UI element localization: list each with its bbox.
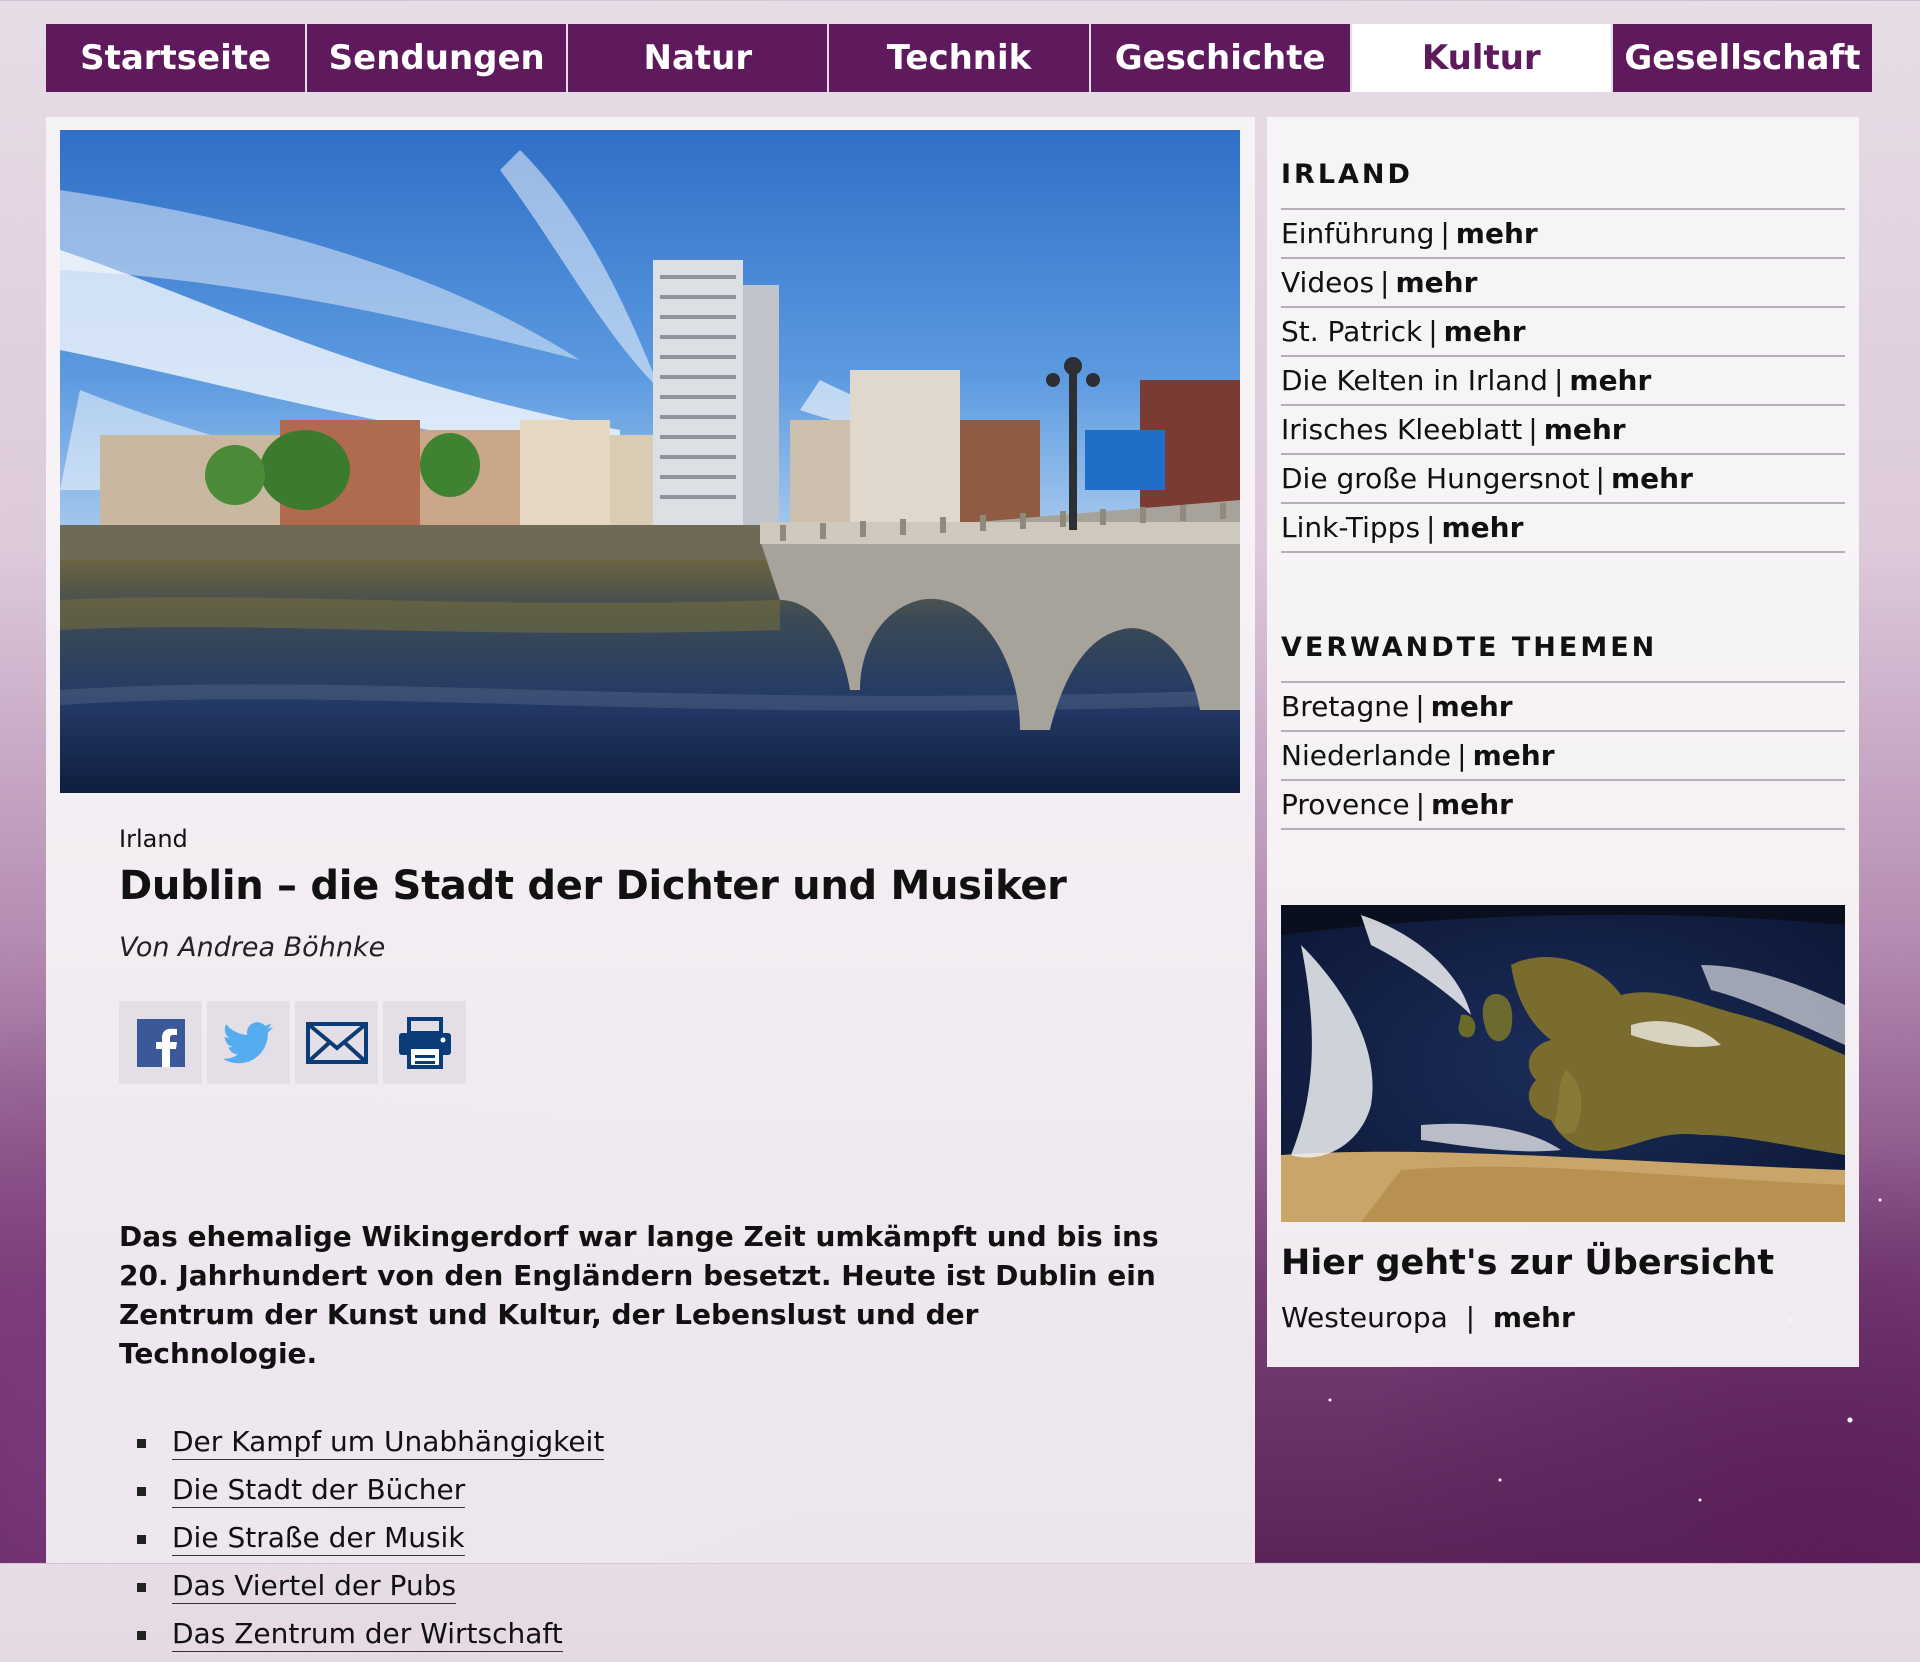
sidebar-item-provence[interactable]: Provence | mehr — [1281, 781, 1845, 830]
europe-satellite-illustration — [1281, 905, 1845, 1222]
article-teaser: Das ehemalige Wikingerdorf war lange Zei… — [119, 1220, 1159, 1370]
europe-satellite-image[interactable] — [1281, 905, 1845, 1222]
nav-tab-startseite[interactable]: Startseite — [46, 24, 306, 92]
sidebar-item-label: Provence — [1281, 788, 1410, 821]
sidebar-heading-related: VERWANDTE THEMEN — [1281, 632, 1658, 663]
sidebar-item-label: Bretagne — [1281, 690, 1410, 723]
sidebar-item-label: Irisches Kleeblatt — [1281, 413, 1523, 446]
chapter-link[interactable]: Das Zentrum der Wirtschaft — [172, 1617, 563, 1652]
chapter-link[interactable]: Das Viertel der Pubs — [172, 1569, 457, 1604]
chapter-link[interactable]: Der Kampf um Unabhängigkeit — [172, 1425, 605, 1460]
overview-westeuropa[interactable]: Westeuropa | mehr — [1281, 1301, 1575, 1334]
sidebar-item-st-patrick[interactable]: St. Patrick | mehr — [1281, 308, 1845, 357]
overview-label: Westeuropa — [1281, 1301, 1448, 1334]
overview-separator: | — [1465, 1301, 1476, 1334]
sidebar-item-label: Link-Tipps — [1281, 511, 1421, 544]
list-item: Das Viertel der Pubs — [119, 1566, 604, 1614]
more-link[interactable]: mehr — [1544, 413, 1626, 446]
sidebar-list-related: Bretagne | mehr Niederlande | mehr Provence |… — [1281, 681, 1845, 830]
article-kicker: Irland — [119, 825, 188, 853]
print-button[interactable] — [383, 1001, 466, 1084]
more-link[interactable]: mehr — [1444, 315, 1526, 348]
sidebar-heading-irland: IRLAND — [1281, 159, 1413, 190]
more-link[interactable]: mehr — [1431, 788, 1513, 821]
article-chapter-list: Der Kampf um Unabhängigkeit Die Stadt de… — [119, 1422, 605, 1662]
nav-tab-kultur[interactable]: Kultur — [1351, 24, 1611, 92]
sidebar-item-einfuehrung[interactable]: Einführung | mehr — [1281, 210, 1845, 259]
share-mail-button[interactable] — [295, 1001, 378, 1084]
chapter-link[interactable]: Die Straße der Musik — [172, 1521, 465, 1556]
list-item: Die Straße der Musik — [119, 1518, 604, 1566]
sidebar-item-label: Niederlande — [1281, 739, 1452, 772]
nav-tab-gesellschaft[interactable]: Gesellschaft — [1612, 24, 1872, 92]
facebook-icon — [136, 1018, 185, 1067]
sidebar-item-videos[interactable]: Videos | mehr — [1281, 259, 1845, 308]
article-byline: Von Andrea Böhnke — [119, 932, 386, 963]
sidebar-item-label: Die Kelten in Irland — [1281, 364, 1548, 397]
list-item: Die Stadt der Bücher — [119, 1470, 604, 1518]
sidebar-item-kelten[interactable]: Die Kelten in Irland | mehr — [1281, 357, 1845, 406]
more-link[interactable]: mehr — [1493, 1301, 1575, 1334]
nav-tab-technik[interactable]: Technik — [829, 24, 1089, 92]
mail-icon — [305, 1021, 368, 1064]
chapter-link[interactable]: Die Stadt der Bücher — [172, 1473, 466, 1508]
main-navigation: Startseite Sendungen Natur Technik Gesch… — [46, 24, 1872, 92]
nav-tab-sendungen[interactable]: Sendungen — [307, 24, 567, 92]
more-link[interactable]: mehr — [1569, 364, 1651, 397]
sidebar-list-irland: Einführung | mehr Videos | mehr St. Patrick |… — [1281, 208, 1845, 553]
share-bar — [119, 1001, 466, 1084]
hero-illustration — [60, 130, 1240, 793]
article-panel: Irland Dublin – die Stadt der Dichter un… — [46, 117, 1255, 1652]
list-item: Der Kampf um Unabhängigkeit — [119, 1422, 605, 1470]
nav-tab-natur[interactable]: Natur — [568, 24, 828, 92]
print-icon — [398, 1016, 451, 1069]
more-link[interactable]: mehr — [1431, 690, 1513, 723]
more-link[interactable]: mehr — [1441, 511, 1523, 544]
share-twitter-button[interactable] — [207, 1001, 290, 1084]
sidebar-item-label: Die große Hungersnot — [1281, 462, 1590, 495]
sidebar-item-kleeblatt[interactable]: Irisches Kleeblatt | mehr — [1281, 406, 1845, 455]
list-item: Das Zentrum der Wirtschaft — [119, 1614, 604, 1662]
nav-tab-geschichte[interactable]: Geschichte — [1090, 24, 1350, 92]
sidebar: IRLAND Einführung | mehr Videos | mehr St. P… — [1267, 117, 1859, 1367]
more-link[interactable]: mehr — [1473, 739, 1555, 772]
sidebar-item-label: St. Patrick — [1281, 315, 1423, 348]
share-facebook-button[interactable] — [119, 1001, 202, 1084]
overview-link[interactable]: Hier geht's zur Übersicht — [1281, 1243, 1774, 1283]
sidebar-item-bretagne[interactable]: Bretagne | mehr — [1281, 683, 1845, 732]
sidebar-item-niederlande[interactable]: Niederlande | mehr — [1281, 732, 1845, 781]
sidebar-item-link-tipps[interactable]: Link-Tipps | mehr — [1281, 504, 1845, 553]
hero-image-dublin — [60, 130, 1240, 793]
article-headline: Dublin – die Stadt der Dichter und Musik… — [119, 863, 1067, 909]
twitter-icon — [223, 1021, 273, 1063]
sidebar-item-hungersnot[interactable]: Die große Hungersnot | mehr — [1281, 455, 1845, 504]
sidebar-item-label: Einführung — [1281, 217, 1435, 250]
more-link[interactable]: mehr — [1395, 266, 1477, 299]
more-link[interactable]: mehr — [1611, 462, 1693, 495]
sidebar-item-label: Videos — [1281, 266, 1375, 299]
more-link[interactable]: mehr — [1456, 217, 1538, 250]
